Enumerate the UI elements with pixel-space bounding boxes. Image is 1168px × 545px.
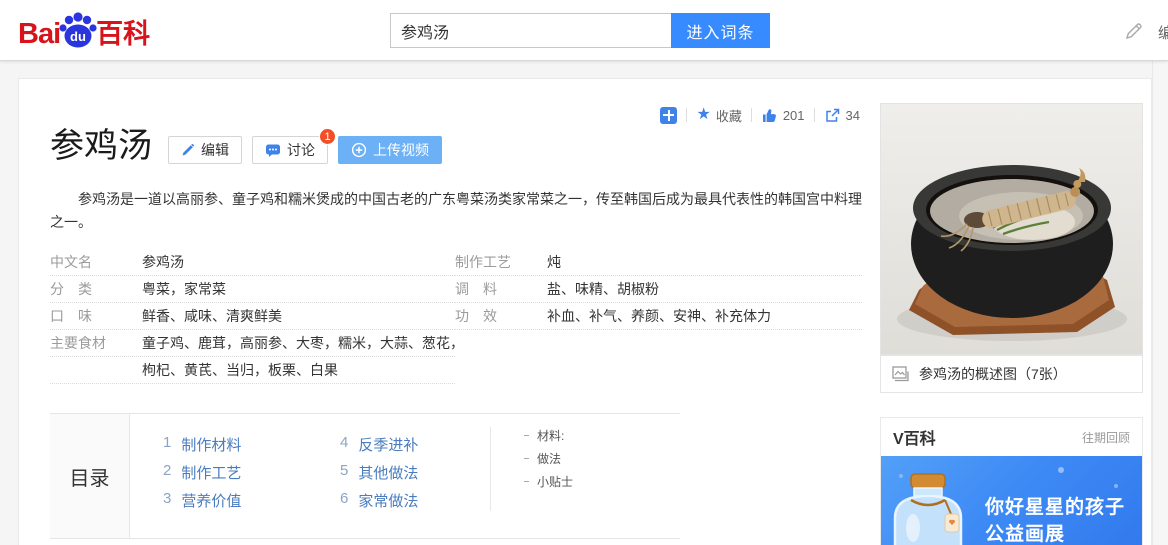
upload-label: 上传视频 — [373, 142, 429, 158]
vbaike-header: V百科 往期回顾 — [881, 418, 1142, 456]
add-item-button[interactable] — [660, 106, 678, 124]
upload-video-button[interactable]: 上传视频 — [338, 136, 442, 164]
toc-sub-item-tips[interactable]: 小贴士 — [524, 473, 573, 490]
vbaike-title: V百科 — [893, 431, 936, 448]
banner-line1: 你好星星的孩子 — [985, 497, 1126, 518]
pencil-icon — [182, 144, 194, 156]
info-label: 调 料 — [455, 281, 497, 297]
logo-text-du: du — [70, 29, 86, 44]
image-stack-icon — [892, 365, 909, 381]
info-value: 枸杞、黄芪、当归，板栗、白果 — [142, 362, 338, 378]
entry-action-bar: ★ 收藏 201 34 — [655, 103, 860, 127]
logo-text-baike: 百科 — [96, 19, 151, 49]
baike-page: Bai du 百科 进入词条 — [0, 0, 1168, 545]
toc-title-cell: 目录 — [50, 414, 130, 538]
clipped-edge-text[interactable]: 编 — [1158, 22, 1168, 43]
banner-text: 你好星星的孩子 公益画展 — [985, 494, 1125, 545]
info-value: 炖 — [547, 254, 561, 270]
thumb-up-icon — [762, 108, 776, 122]
vbaike-history-link[interactable]: 往期回顾 — [1082, 429, 1130, 446]
like-button[interactable]: 201 — [761, 107, 805, 124]
toc-item-6[interactable]: 6 家常做法 — [340, 490, 418, 511]
search-box — [390, 13, 671, 48]
info-value: 鲜香、咸味、清爽鲜美 — [142, 308, 282, 324]
toc-sub-item-method[interactable]: 做法 — [524, 450, 561, 467]
search-input[interactable] — [391, 14, 671, 47]
info-row: 分 类 粤菜，家常菜 — [50, 276, 455, 303]
divider — [813, 108, 815, 122]
info-value: 参鸡汤 — [142, 254, 184, 270]
edit-pencil-icon[interactable] — [1124, 21, 1144, 41]
info-row: 功 效 补血、补气、养颜、安神、补充体力 — [455, 303, 862, 330]
info-value: 粤菜，家常菜 — [142, 281, 226, 297]
bullet-dash — [524, 458, 529, 459]
info-label: 功 效 — [455, 308, 497, 324]
divider — [750, 108, 752, 122]
edit-button[interactable]: 编辑 — [168, 136, 242, 164]
share-button[interactable]: 34 — [824, 107, 860, 124]
info-value: 补血、补气、养颜、安神、补充体力 — [547, 308, 771, 324]
vbaike-panel: V百科 往期回顾 你好星星的孩子 公益画展 — [880, 417, 1143, 545]
baidu-baike-logo[interactable]: Bai du 百科 — [18, 10, 150, 52]
bullet-dash — [524, 481, 529, 482]
info-row: 调 料 盐、味精、胡椒粉 — [455, 276, 862, 303]
entry-photo[interactable] — [880, 103, 1143, 355]
logo-text-bai: Bai — [18, 18, 61, 50]
info-label: 主要食材 — [50, 335, 106, 351]
toc-item-2[interactable]: 2 制作工艺 — [163, 462, 241, 483]
divider — [490, 427, 491, 511]
edit-label: 编辑 — [201, 142, 229, 158]
info-value: 童子鸡、鹿茸，高丽参、大枣，糯米，大蒜、葱花， — [142, 335, 455, 351]
info-row: 口 味 鲜香、咸味、清爽鲜美 — [50, 303, 455, 330]
banner-line2: 公益画展 — [985, 524, 1066, 545]
header: Bai du 百科 进入词条 — [0, 0, 1168, 61]
info-row: 枸杞、黄芪、当归，板栗、白果 — [50, 357, 455, 384]
caption-text: 参鸡汤的概述图（7张） — [919, 366, 1067, 382]
toc-item-4[interactable]: 4 反季进补 — [340, 434, 418, 455]
info-column-right: 制作工艺 炖 调 料 盐、味精、胡椒粉 功 效 补血、补气、养颜、安神、补充体力 — [455, 249, 862, 330]
info-label: 制作工艺 — [455, 254, 511, 270]
info-label: 中文名 — [50, 254, 92, 270]
toc-item-5[interactable]: 5 其他做法 — [340, 462, 418, 483]
paw-icon: du — [58, 10, 98, 52]
favorite-button[interactable]: ★ 收藏 — [696, 106, 741, 125]
toc-sub-item-materials[interactable]: 材料: — [524, 427, 564, 444]
toc-title: 目录 — [69, 467, 110, 490]
info-label: 分 类 — [50, 281, 92, 297]
star-icon: ★ — [696, 106, 711, 123]
info-column-left: 中文名 参鸡汤 分 类 粤菜，家常菜 口 味 鲜香、咸味、清爽鲜美 主要食材 童… — [50, 249, 455, 384]
toc-item-1[interactable]: 1 制作材料 — [163, 434, 241, 455]
favorite-label: 收藏 — [715, 108, 742, 124]
share-icon — [825, 108, 839, 122]
like-count: 201 — [782, 107, 805, 123]
discuss-button[interactable]: 讨论 1 — [252, 128, 336, 164]
photo-album-caption[interactable]: 参鸡汤的概述图（7张） — [880, 355, 1143, 393]
discuss-label: 讨论 — [287, 142, 315, 158]
bullet-dash — [524, 435, 529, 436]
table-of-contents: 目录 1 制作材料 2 制作工艺 3 营养价值 4 反季进补 5 其他做法 6 … — [50, 413, 680, 539]
page-title: 参鸡汤 — [50, 127, 152, 165]
discuss-badge: 1 — [319, 128, 336, 145]
title-buttons: 编辑 讨论 1 上传视频 — [168, 128, 442, 164]
scrollbar-track[interactable] — [1152, 61, 1168, 545]
add-icon — [660, 106, 678, 124]
info-value: 盐、味精、胡椒粉 — [547, 281, 659, 297]
toc-item-3[interactable]: 3 营养价值 — [163, 490, 241, 511]
share-count: 34 — [845, 107, 860, 123]
vbaike-banner[interactable]: 你好星星的孩子 公益画展 — [881, 456, 1142, 545]
info-label: 口 味 — [50, 308, 92, 324]
info-row: 主要食材 童子鸡、鹿茸，高丽参、大枣，糯米，大蒜、葱花， — [50, 330, 455, 357]
entry-summary: 参鸡汤是一道以高丽参、童子鸡和糯米煲成的中国古老的广东粤菜汤类家常菜之一，传至韩… — [50, 191, 862, 230]
info-row: 中文名 参鸡汤 — [50, 249, 455, 276]
chat-icon — [266, 144, 280, 157]
samgyetang-photo-illustration — [881, 104, 1142, 354]
divider — [686, 108, 688, 122]
info-row: 制作工艺 炖 — [455, 249, 862, 276]
enter-entry-button[interactable]: 进入词条 — [671, 13, 770, 48]
circle-plus-icon — [351, 142, 367, 158]
